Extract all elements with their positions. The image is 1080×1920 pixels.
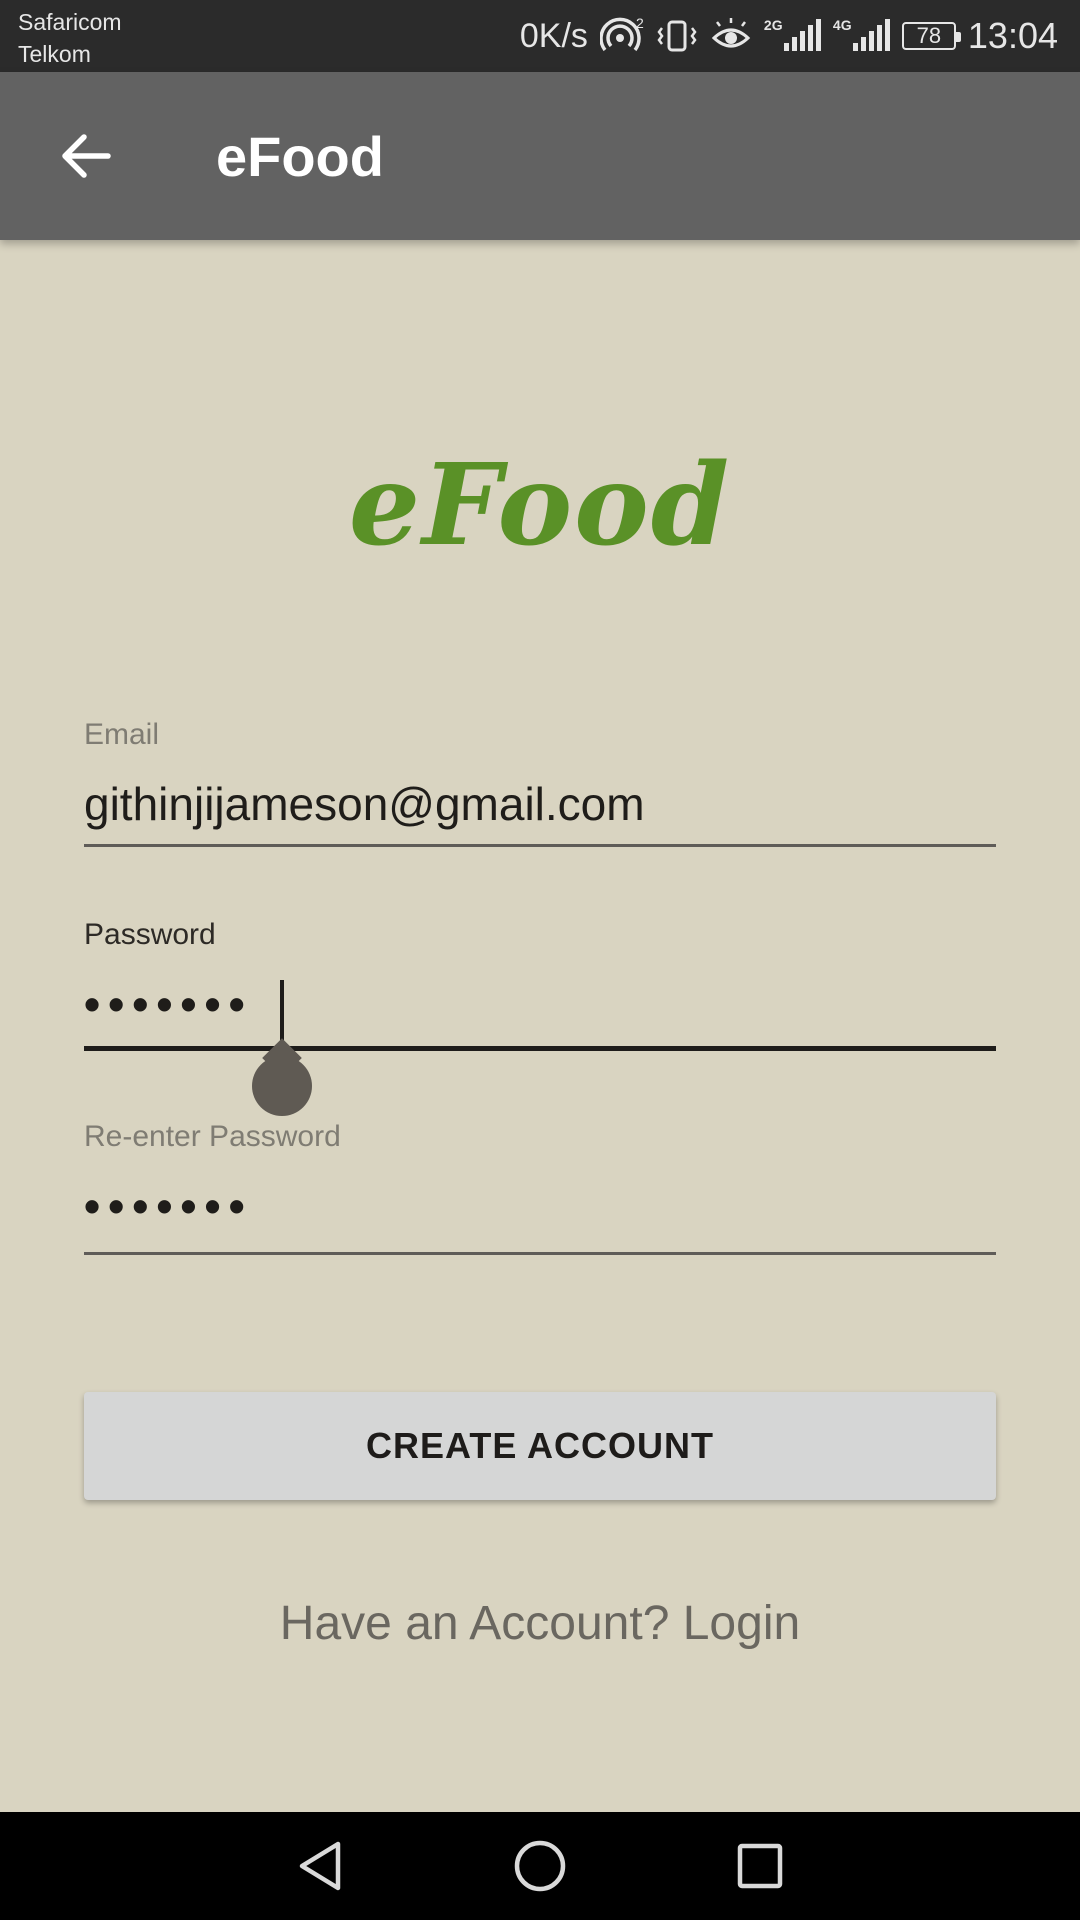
password-underline bbox=[84, 1046, 996, 1051]
vibrate-icon bbox=[656, 16, 698, 56]
carrier-1: Safaricom bbox=[18, 9, 122, 35]
create-account-button[interactable]: CREATE ACCOUNT bbox=[84, 1392, 996, 1500]
nav-back-button[interactable] bbox=[290, 1836, 350, 1896]
signal-1-tag: 2G bbox=[763, 17, 783, 33]
nav-recents-button[interactable] bbox=[730, 1836, 790, 1896]
back-triangle-icon bbox=[299, 1841, 341, 1891]
battery-level: 78 bbox=[916, 23, 942, 48]
home-circle-icon bbox=[514, 1840, 566, 1892]
password-label: Password bbox=[84, 918, 216, 951]
back-button[interactable] bbox=[50, 120, 122, 192]
email-input[interactable]: githinjijameson@gmail.com bbox=[84, 774, 996, 838]
app-title: eFood bbox=[216, 125, 384, 188]
signal-icon: 2G bbox=[764, 17, 821, 51]
signal-icon: 4G bbox=[833, 17, 890, 51]
email-label: Email bbox=[84, 718, 160, 751]
navigation-bar bbox=[0, 1812, 1080, 1920]
status-icons: 0K/s 2 2G 4G 78 13:04 bbox=[520, 0, 1058, 72]
reenter-password-underline bbox=[84, 1252, 996, 1255]
signal-2-tag: 4G bbox=[832, 17, 852, 33]
clock: 13:04 bbox=[967, 15, 1058, 56]
carrier-2: Telkom bbox=[18, 41, 91, 67]
password-input[interactable]: ••••••• bbox=[84, 974, 996, 1038]
password-field[interactable]: Password ••••••• bbox=[84, 918, 996, 1116]
email-field[interactable]: Email githinjijameson@gmail.com bbox=[84, 718, 996, 847]
arrow-back-icon bbox=[62, 134, 111, 178]
app-bar: eFood bbox=[0, 72, 1080, 240]
cursor-handle[interactable] bbox=[252, 1056, 312, 1116]
hotspot-superscript: 2 bbox=[636, 16, 644, 31]
carrier-names: Safaricom Telkom bbox=[18, 6, 122, 70]
net-speed: 0K/s bbox=[519, 16, 588, 55]
reenter-password-field[interactable]: Re-enter Password ••••••• bbox=[84, 1120, 996, 1255]
text-cursor bbox=[280, 980, 284, 1042]
reenter-password-input[interactable]: ••••••• bbox=[84, 1176, 996, 1240]
recents-square-icon bbox=[737, 1843, 783, 1889]
login-link[interactable]: Have an Account? Login bbox=[0, 1596, 1080, 1651]
signup-screen: Safaricom Telkom 0K/s 2 2G 4G 78 13:04 e… bbox=[0, 0, 1080, 1920]
status-bar: Safaricom Telkom 0K/s 2 2G 4G 78 13:04 bbox=[0, 0, 1080, 72]
nav-home-button[interactable] bbox=[510, 1836, 570, 1896]
app-logo: eFood bbox=[348, 440, 732, 571]
battery-icon: 78 bbox=[901, 22, 961, 50]
hotspot-icon: 2 bbox=[599, 16, 644, 56]
email-underline bbox=[84, 844, 996, 847]
reenter-password-label: Re-enter Password bbox=[84, 1120, 341, 1153]
eye-comfort-icon bbox=[710, 16, 752, 56]
